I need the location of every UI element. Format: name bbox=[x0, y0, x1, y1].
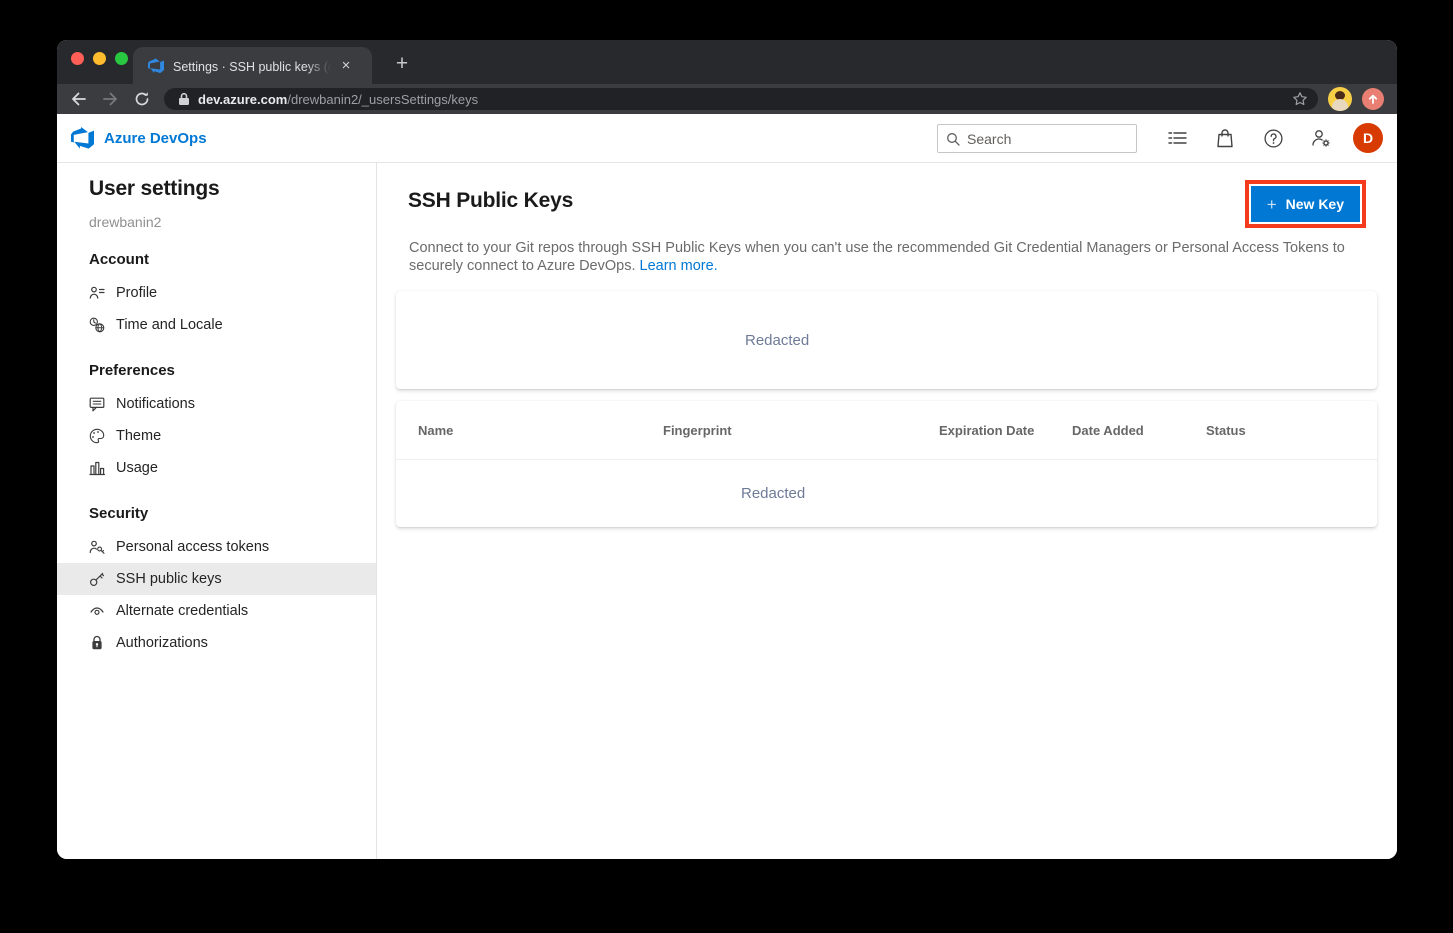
tab-title-container: Settings · SSH public keys (dre bbox=[173, 58, 331, 74]
sidebar-group-security: Personal access tokens SSH public keys bbox=[57, 531, 376, 659]
description-line-1: Connect to your Git repos through SSH Pu… bbox=[409, 239, 1366, 257]
sidebar-item-alternate-credentials[interactable]: Alternate credentials bbox=[57, 595, 376, 627]
azure-devops-header: Azure DevOps bbox=[57, 114, 1397, 163]
sidebar-item-usage[interactable]: Usage bbox=[57, 452, 376, 484]
help-icon[interactable] bbox=[1249, 114, 1297, 163]
window-controls bbox=[71, 52, 128, 65]
description-line-2: securely connect to Azure DevOps. Learn … bbox=[409, 257, 1366, 275]
sidebar-item-label: Alternate credentials bbox=[116, 603, 248, 619]
avatar-figure-body bbox=[1332, 99, 1348, 111]
azure-devops-brand[interactable]: Azure DevOps bbox=[71, 127, 207, 150]
account-avatar[interactable]: D bbox=[1353, 123, 1383, 153]
main-content: SSH Public Keys + New Key Connect to you… bbox=[377, 163, 1397, 859]
sidebar-item-theme[interactable]: Theme bbox=[57, 420, 376, 452]
address-bar[interactable]: dev.azure.com/drewbanin2/_usersSettings/… bbox=[164, 88, 1318, 110]
header-icon-group bbox=[1153, 114, 1345, 162]
plus-icon: + bbox=[1267, 196, 1277, 213]
usage-icon bbox=[89, 460, 105, 476]
learn-more-link[interactable]: Learn more. bbox=[640, 258, 718, 274]
brand-name: Azure DevOps bbox=[104, 130, 207, 147]
azure-devops-logo-icon bbox=[71, 127, 94, 150]
sidebar-username: drewbanin2 bbox=[57, 214, 376, 230]
search-icon bbox=[946, 132, 960, 146]
sidebar-group-preferences: Notifications Theme bbox=[57, 388, 376, 484]
sidebar-item-label: Authorizations bbox=[116, 635, 208, 651]
browser-tab-strip: Settings · SSH public keys (dre × + bbox=[57, 40, 1397, 84]
url-text: dev.azure.com/drewbanin2/_usersSettings/… bbox=[198, 92, 1284, 107]
sidebar-item-label: Personal access tokens bbox=[116, 539, 269, 555]
column-header-date-added: Date Added bbox=[1072, 423, 1206, 438]
back-icon[interactable] bbox=[68, 89, 88, 109]
list-icon[interactable] bbox=[1153, 114, 1201, 163]
browser-tab[interactable]: Settings · SSH public keys (dre × bbox=[133, 47, 372, 84]
ssh-key-icon bbox=[89, 571, 105, 587]
sidebar-item-label: Theme bbox=[116, 428, 161, 444]
notifications-icon bbox=[89, 396, 105, 412]
main-header: SSH Public Keys + New Key bbox=[377, 163, 1397, 228]
new-key-button-label: New Key bbox=[1286, 196, 1344, 212]
column-header-expiration-date: Expiration Date bbox=[939, 423, 1072, 438]
zoom-window-button[interactable] bbox=[115, 52, 128, 65]
sidebar-item-notifications[interactable]: Notifications bbox=[57, 388, 376, 420]
browser-toolbar: dev.azure.com/drewbanin2/_usersSettings/… bbox=[57, 84, 1397, 114]
https-lock-icon bbox=[178, 92, 190, 106]
bookmark-star-icon[interactable] bbox=[1292, 91, 1308, 107]
page-description: Connect to your Git repos through SSH Pu… bbox=[377, 239, 1397, 275]
theme-icon bbox=[89, 428, 105, 444]
settings-sidebar: User settings drewbanin2 Account Profile bbox=[57, 163, 377, 859]
marketplace-bag-icon[interactable] bbox=[1201, 114, 1249, 163]
personal-access-tokens-icon bbox=[89, 539, 105, 555]
url-path: /drewbanin2/_usersSettings/keys bbox=[287, 92, 478, 107]
close-tab-icon[interactable]: × bbox=[337, 57, 355, 75]
forward-icon[interactable] bbox=[100, 89, 120, 109]
browser-profile-avatar[interactable] bbox=[1328, 87, 1352, 111]
alternate-credentials-icon bbox=[89, 603, 105, 619]
column-header-status: Status bbox=[1206, 423, 1377, 438]
browser-update-icon[interactable] bbox=[1362, 88, 1384, 110]
sidebar-group-account: Profile Time and Locale bbox=[57, 277, 376, 341]
redacted-text: Redacted bbox=[396, 332, 809, 349]
sidebar-item-label: Time and Locale bbox=[116, 317, 223, 333]
profile-icon bbox=[89, 285, 105, 301]
sidebar-item-time-and-locale[interactable]: Time and Locale bbox=[57, 309, 376, 341]
column-header-name: Name bbox=[418, 423, 663, 438]
sidebar-item-label: Usage bbox=[116, 460, 158, 476]
sidebar-title: User settings bbox=[57, 177, 376, 201]
table-row: Redacted bbox=[396, 460, 1377, 527]
authorizations-lock-icon bbox=[89, 635, 105, 651]
time-locale-icon bbox=[89, 317, 105, 333]
sidebar-item-ssh-public-keys[interactable]: SSH public keys bbox=[57, 563, 376, 595]
redacted-row-text: Redacted bbox=[396, 485, 805, 502]
sidebar-item-personal-access-tokens[interactable]: Personal access tokens bbox=[57, 531, 376, 563]
table-header-row: Name Fingerprint Expiration Date Date Ad… bbox=[396, 401, 1377, 460]
page-body: User settings drewbanin2 Account Profile bbox=[57, 163, 1397, 859]
sidebar-item-profile[interactable]: Profile bbox=[57, 277, 376, 309]
red-annotation-box: + New Key bbox=[1245, 180, 1366, 228]
reload-icon[interactable] bbox=[132, 89, 152, 109]
new-tab-button[interactable]: + bbox=[387, 50, 417, 78]
sidebar-section-account: Account bbox=[57, 251, 376, 268]
redacted-info-card: Redacted bbox=[396, 291, 1377, 389]
tab-title-fade bbox=[305, 58, 331, 74]
sidebar-item-label: SSH public keys bbox=[116, 571, 222, 587]
sidebar-section-security: Security bbox=[57, 505, 376, 522]
desktop-background: Settings · SSH public keys (dre × + bbox=[0, 0, 1453, 933]
user-settings-gear-icon[interactable] bbox=[1297, 114, 1345, 163]
browser-window: Settings · SSH public keys (dre × + bbox=[57, 40, 1397, 859]
search-box[interactable] bbox=[937, 124, 1137, 153]
url-domain: dev.azure.com bbox=[198, 92, 287, 107]
close-window-button[interactable] bbox=[71, 52, 84, 65]
azure-devops-favicon bbox=[148, 58, 164, 74]
sidebar-item-label: Notifications bbox=[116, 396, 195, 412]
column-header-fingerprint: Fingerprint bbox=[663, 423, 939, 438]
sidebar-section-preferences: Preferences bbox=[57, 362, 376, 379]
sidebar-item-label: Profile bbox=[116, 285, 157, 301]
minimize-window-button[interactable] bbox=[93, 52, 106, 65]
new-key-button[interactable]: + New Key bbox=[1251, 186, 1360, 222]
sidebar-item-authorizations[interactable]: Authorizations bbox=[57, 627, 376, 659]
page-title: SSH Public Keys bbox=[408, 189, 573, 213]
ssh-keys-table: Name Fingerprint Expiration Date Date Ad… bbox=[396, 401, 1377, 527]
search-input[interactable] bbox=[967, 131, 1128, 147]
